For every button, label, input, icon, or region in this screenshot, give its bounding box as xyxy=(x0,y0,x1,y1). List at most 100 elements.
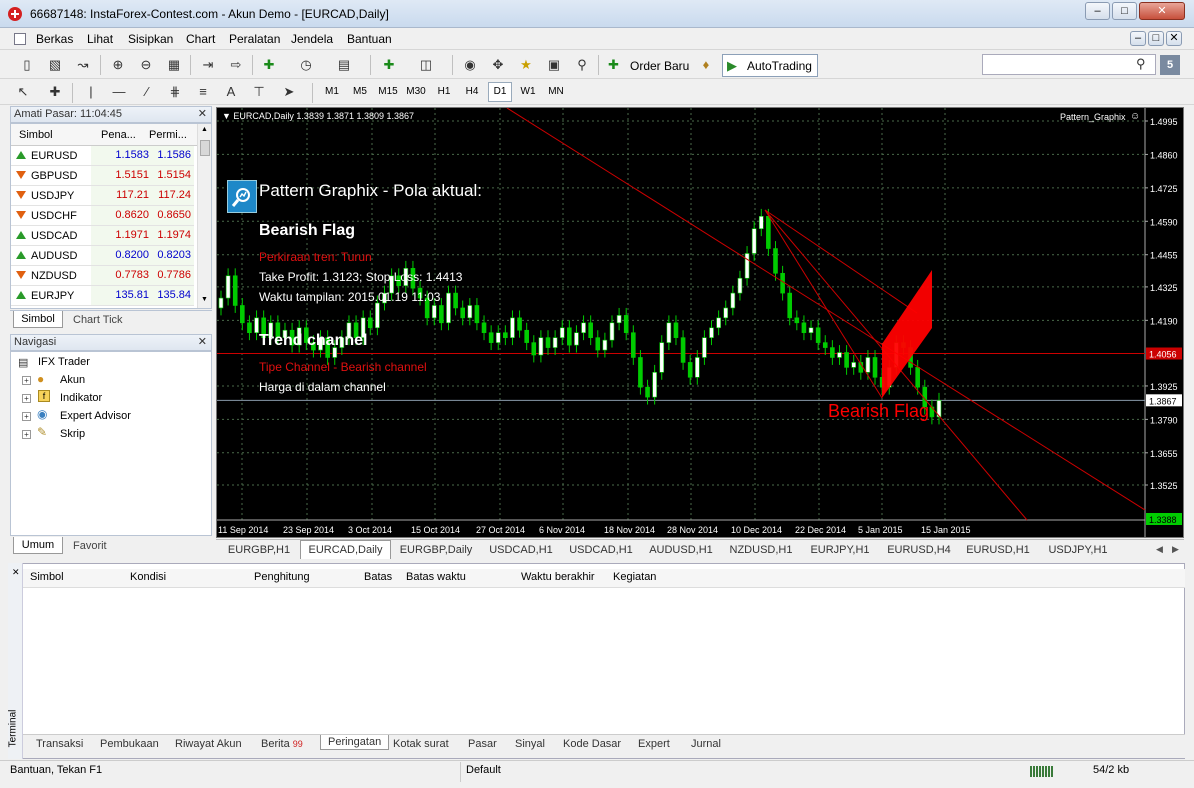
templates-icon[interactable]: ▤ xyxy=(333,54,355,76)
zoom-in-icon[interactable]: ⊕ xyxy=(107,54,129,76)
horizontal-line-icon[interactable]: — xyxy=(108,81,130,103)
expert-advisor-icon[interactable]: ♦ xyxy=(695,54,717,76)
trendline-icon[interactable]: ∕ xyxy=(136,81,158,103)
market-watch-row[interactable]: USDCAD 1.1971 1.1974 xyxy=(11,226,194,246)
strategy-tester-icon[interactable]: ⚲ xyxy=(571,54,593,76)
column-counter[interactable]: Penghitung xyxy=(254,571,310,583)
column-event[interactable]: Kegiatan xyxy=(613,571,656,583)
terminal-tab[interactable]: Kode Dasar xyxy=(563,738,621,750)
bar-chart-icon[interactable]: ▯ xyxy=(16,54,38,76)
terminal-tab[interactable]: Transaksi xyxy=(36,738,83,750)
terminal-tab[interactable]: Kotak surat xyxy=(393,738,449,750)
market-watch-scrollbar[interactable]: ▲ ▼ xyxy=(197,124,211,308)
navigator-item-indicators[interactable]: Indikator xyxy=(60,392,102,404)
timeframe-m15[interactable]: M15 xyxy=(376,82,400,102)
chart-tab[interactable]: USDCAD,H1 xyxy=(481,541,561,559)
column-symbol[interactable]: Simbol xyxy=(30,571,64,583)
new-chart-icon[interactable]: ✚ xyxy=(378,54,400,76)
tab-favorites[interactable]: Favorit xyxy=(73,540,107,552)
menu-peralatan[interactable]: Peralatan xyxy=(229,32,280,46)
navigator-root[interactable]: IFX Trader xyxy=(38,356,90,368)
chart-tab[interactable]: EURGBP,H1 xyxy=(218,541,300,559)
timeframe-h1[interactable]: H1 xyxy=(432,82,456,102)
menu-sisipkan[interactable]: Sisipkan xyxy=(128,32,173,46)
navigator-item-expert-advisor[interactable]: Expert Advisor xyxy=(60,410,131,422)
close-icon[interactable]: ✕ xyxy=(12,567,20,578)
timeframe-w1[interactable]: W1 xyxy=(516,82,540,102)
timeframe-m5[interactable]: M5 xyxy=(348,82,372,102)
column-timeout[interactable]: Batas waktu xyxy=(406,571,466,583)
chart-tab[interactable]: EURCAD,Daily xyxy=(300,540,391,559)
scroll-down-icon[interactable]: ▼ xyxy=(201,296,208,303)
arrows-icon[interactable]: ➤ xyxy=(278,81,300,103)
expand-icon[interactable]: + xyxy=(22,376,31,385)
market-watch-row[interactable]: NZDUSD 0.7783 0.7786 xyxy=(11,266,194,286)
navigator-item-scripts[interactable]: Skrip xyxy=(60,428,85,440)
terminal-tab[interactable]: Jurnal xyxy=(691,738,721,750)
tabs-scroll-right-icon[interactable]: ▶ xyxy=(1172,544,1179,555)
child-restore-button[interactable]: □ xyxy=(1148,31,1164,46)
chart-tab[interactable]: USDCAD,H1 xyxy=(561,541,641,559)
search-icon[interactable]: ⚲ xyxy=(1136,56,1146,72)
close-button[interactable]: ✕ xyxy=(1139,2,1185,20)
market-watch-row[interactable]: AUDUSD 0.8200 0.8203 xyxy=(11,246,194,266)
chart-tab[interactable]: AUDUSD,H1 xyxy=(641,541,721,559)
market-watch-row[interactable]: USDCHF 0.8620 0.8650 xyxy=(11,206,194,226)
indicators-icon[interactable]: ✚ xyxy=(258,54,280,76)
menu-chart[interactable]: Chart xyxy=(186,32,215,46)
market-watch-row[interactable]: USDJPY 117.21 117.24 xyxy=(11,186,194,206)
column-symbol[interactable]: Simbol xyxy=(19,129,53,141)
close-icon[interactable]: ✕ xyxy=(198,107,207,122)
cursor-icon[interactable]: ↖ xyxy=(12,81,34,103)
close-icon[interactable]: ✕ xyxy=(198,335,207,350)
candlestick-icon[interactable]: ▧ xyxy=(44,54,66,76)
chart-tab[interactable]: EURUSD,H1 xyxy=(959,541,1037,559)
text-label-icon[interactable]: ⊤ xyxy=(248,81,270,103)
terminal-tab[interactable]: Peringatan xyxy=(320,735,390,750)
tile-windows-icon[interactable]: ▦ xyxy=(163,54,185,76)
equidistant-channel-icon[interactable]: ⋕ xyxy=(164,81,186,103)
tabs-scroll-left-icon[interactable]: ◀ xyxy=(1156,544,1163,555)
zoom-out-icon[interactable]: ⊖ xyxy=(135,54,157,76)
menu-berkas[interactable]: Berkas xyxy=(36,32,73,46)
scrollbar-thumb[interactable] xyxy=(200,140,210,156)
market-watch-row[interactable]: EURJPY 135.81 135.84 xyxy=(11,286,194,306)
price-chart[interactable]: 1.4995 1.4860 1.4725 1.4590 1.4455 1.4325 1.41… xyxy=(216,107,1184,538)
navigator-icon[interactable]: ✥ xyxy=(487,54,509,76)
column-expiration[interactable]: Waktu berakhir xyxy=(521,571,595,583)
chart-tab[interactable]: EURGBP,Daily xyxy=(391,541,481,559)
child-window-icon[interactable] xyxy=(14,33,26,45)
navigator-item-accounts[interactable]: Akun xyxy=(60,374,85,386)
autoscroll-icon[interactable]: ⇨ xyxy=(225,54,247,76)
fibonacci-icon[interactable]: ≡ xyxy=(192,81,214,103)
terminal-tab[interactable]: Expert xyxy=(638,738,670,750)
notifications-badge[interactable]: 5 xyxy=(1160,55,1180,75)
expand-icon[interactable]: + xyxy=(22,412,31,421)
column-condition[interactable]: Kondisi xyxy=(130,571,166,583)
chart-tab[interactable]: NZDUSD,H1 xyxy=(721,541,801,559)
market-watch-row[interactable]: GBPUSD 1.5151 1.5154 xyxy=(11,166,194,186)
terminal-icon[interactable]: ▣ xyxy=(543,54,565,76)
chart-tab[interactable]: EURJPY,H1 xyxy=(801,541,879,559)
terminal-tab[interactable]: Pasar xyxy=(468,738,497,750)
market-watch-row[interactable]: EURUSD 1.1583 1.1586 xyxy=(11,146,194,166)
child-close-button[interactable]: ✕ xyxy=(1166,31,1182,46)
timeframe-d1[interactable]: D1 xyxy=(488,82,512,102)
new-order-button[interactable]: ✚ Order Baru xyxy=(606,54,698,76)
maximize-button[interactable]: □ xyxy=(1112,2,1137,20)
chart-tab[interactable]: EURUSD,H4 xyxy=(879,541,959,559)
terminal-tab[interactable]: Berita 99 xyxy=(261,738,303,750)
market-watch-icon[interactable]: ◉ xyxy=(459,54,481,76)
terminal-tab[interactable]: Riwayat Akun xyxy=(175,738,242,750)
tab-symbols[interactable]: Simbol xyxy=(13,311,63,328)
scroll-up-icon[interactable]: ▲ xyxy=(201,126,208,133)
data-window-icon[interactable]: ★ xyxy=(515,54,537,76)
menu-bantuan[interactable]: Bantuan xyxy=(347,32,392,46)
chart-shift-icon[interactable]: ⇥ xyxy=(197,54,219,76)
vertical-line-icon[interactable]: | xyxy=(80,81,102,103)
search-input[interactable] xyxy=(982,54,1156,75)
column-limit[interactable]: Batas xyxy=(364,571,392,583)
line-chart-icon[interactable]: ↝ xyxy=(72,54,94,76)
expand-icon[interactable]: + xyxy=(22,394,31,403)
timeframe-m30[interactable]: M30 xyxy=(404,82,428,102)
